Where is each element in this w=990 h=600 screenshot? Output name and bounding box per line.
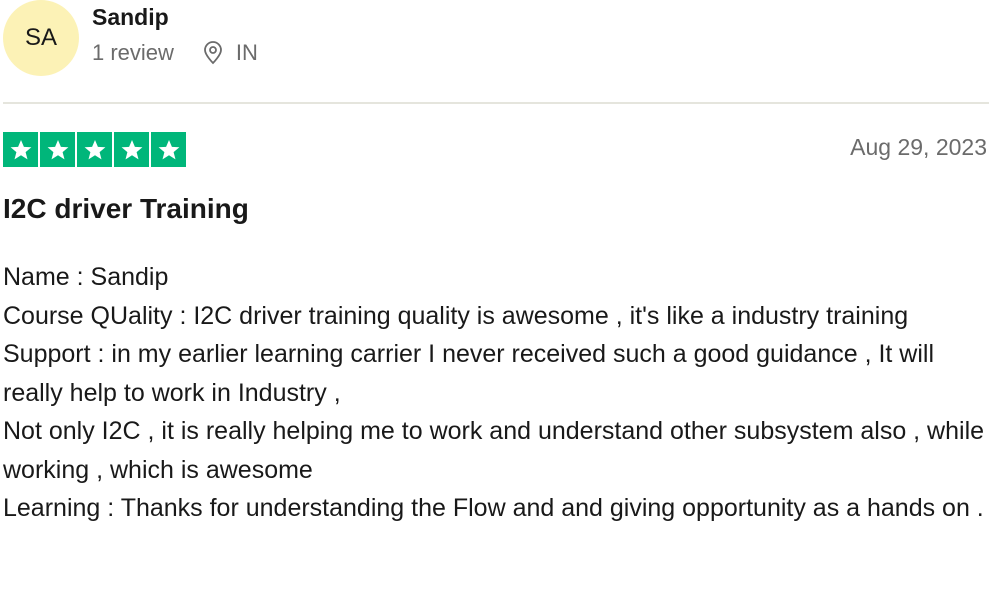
star-rating (3, 132, 186, 167)
star-icon (3, 132, 38, 167)
star-icon (151, 132, 186, 167)
review-count: 1 review (92, 40, 174, 65)
review-date: Aug 29, 2023 (850, 134, 987, 160)
star-icon (40, 132, 75, 167)
review-card: SA Sandip 1 review IN Aug 29, 2023 I2C d… (0, 0, 990, 600)
divider (3, 102, 989, 104)
star-icon (114, 132, 149, 167)
reviewer-meta: 1 review IN (92, 40, 258, 66)
reviewer-info: Sandip 1 review IN (92, 3, 258, 66)
review-line: Learning : Thanks for understanding the … (3, 494, 984, 522)
review-title[interactable]: I2C driver Training (3, 193, 249, 225)
review-line: Not only I2C , it is really helping me t… (3, 417, 985, 484)
review-line: Support : in my earlier learning carrier… (3, 340, 935, 407)
review-body: Name : Sandip Course QUality : I2C drive… (3, 258, 988, 528)
avatar[interactable]: SA (3, 0, 79, 76)
review-line: Course QUality : I2C driver training qua… (3, 301, 909, 330)
review-line: Name : Sandip (3, 263, 169, 291)
location-pin-icon (204, 41, 222, 65)
reviewer-header: SA Sandip 1 review IN (3, 0, 258, 80)
reviewer-name[interactable]: Sandip (92, 3, 258, 31)
reviewer-country: IN (235, 40, 258, 65)
star-icon (77, 132, 112, 167)
